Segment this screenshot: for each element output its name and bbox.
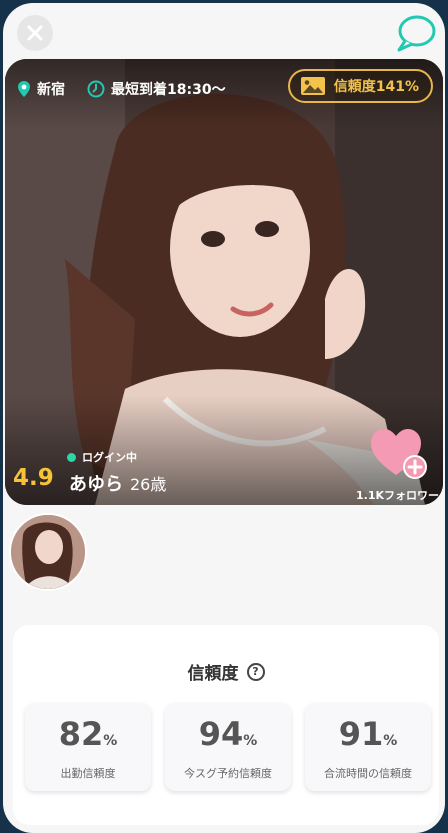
app-screen: 新宿 最短到着18:30〜 信頼度141% ログイン中 4.9 あゆら 26歳 — [3, 3, 445, 833]
arrival-info: 最短到着18:30〜 — [87, 79, 226, 99]
stat-label: 合流時間の信頼度 — [324, 767, 412, 780]
rating-value: 4.9 — [13, 465, 54, 491]
stat-value: 82 — [58, 715, 104, 753]
cast-age: 26歳 — [130, 475, 167, 494]
stat-value: 91 — [338, 715, 384, 753]
trust-title: 信頼度 — [187, 664, 239, 684]
stat-value: 94 — [198, 715, 244, 753]
stat-card-attendance: 82% 出勤信頼度 — [25, 703, 151, 791]
stat-unit: % — [243, 733, 258, 749]
top-bar — [3, 3, 445, 59]
follow-heart-button[interactable] — [369, 427, 431, 481]
map-pin-icon — [18, 81, 30, 97]
location-label: 新宿 — [37, 82, 65, 98]
close-x-icon — [27, 25, 43, 41]
photo-thumbnail[interactable] — [9, 513, 87, 591]
trust-badge-label: 信頼度141% — [333, 79, 419, 95]
question-icon[interactable]: ? — [246, 662, 265, 681]
cast-name: あゆら — [69, 474, 123, 495]
trust-badge-button[interactable]: 信頼度141% — [287, 69, 433, 103]
stat-card-instant-booking: 94% 今スグ予約信頼度 — [165, 703, 291, 791]
location-info: 新宿 — [17, 79, 65, 99]
stat-label: 出勤信頼度 — [60, 767, 116, 780]
arrival-label: 最短到着18:30〜 — [111, 82, 226, 98]
chat-button[interactable] — [395, 13, 437, 53]
profile-photo-card[interactable]: 新宿 最短到着18:30〜 信頼度141% ログイン中 4.9 あゆら 26歳 — [5, 59, 443, 505]
stat-unit: % — [103, 733, 118, 749]
image-icon — [300, 77, 325, 95]
trust-panel: 信頼度 ? 82% 出勤信頼度 94% 今スグ予約信頼度 91% 合流時間の信頼… — [13, 625, 439, 825]
login-status: ログイン中 — [67, 449, 137, 465]
close-button[interactable] — [17, 15, 53, 51]
stat-card-meeting-time: 91% 合流時間の信頼度 — [305, 703, 431, 791]
speech-bubble-icon — [397, 15, 436, 52]
stat-label: 今スグ予約信頼度 — [184, 767, 272, 780]
trust-heading: 信頼度 ? — [13, 659, 439, 684]
login-status-label: ログイン中 — [82, 451, 137, 464]
online-dot-icon — [67, 452, 76, 462]
stat-unit: % — [383, 733, 398, 749]
thumbnail-image — [11, 515, 85, 589]
clock-icon — [87, 80, 105, 98]
follower-count: 1.1Kフォロワー — [355, 489, 439, 502]
